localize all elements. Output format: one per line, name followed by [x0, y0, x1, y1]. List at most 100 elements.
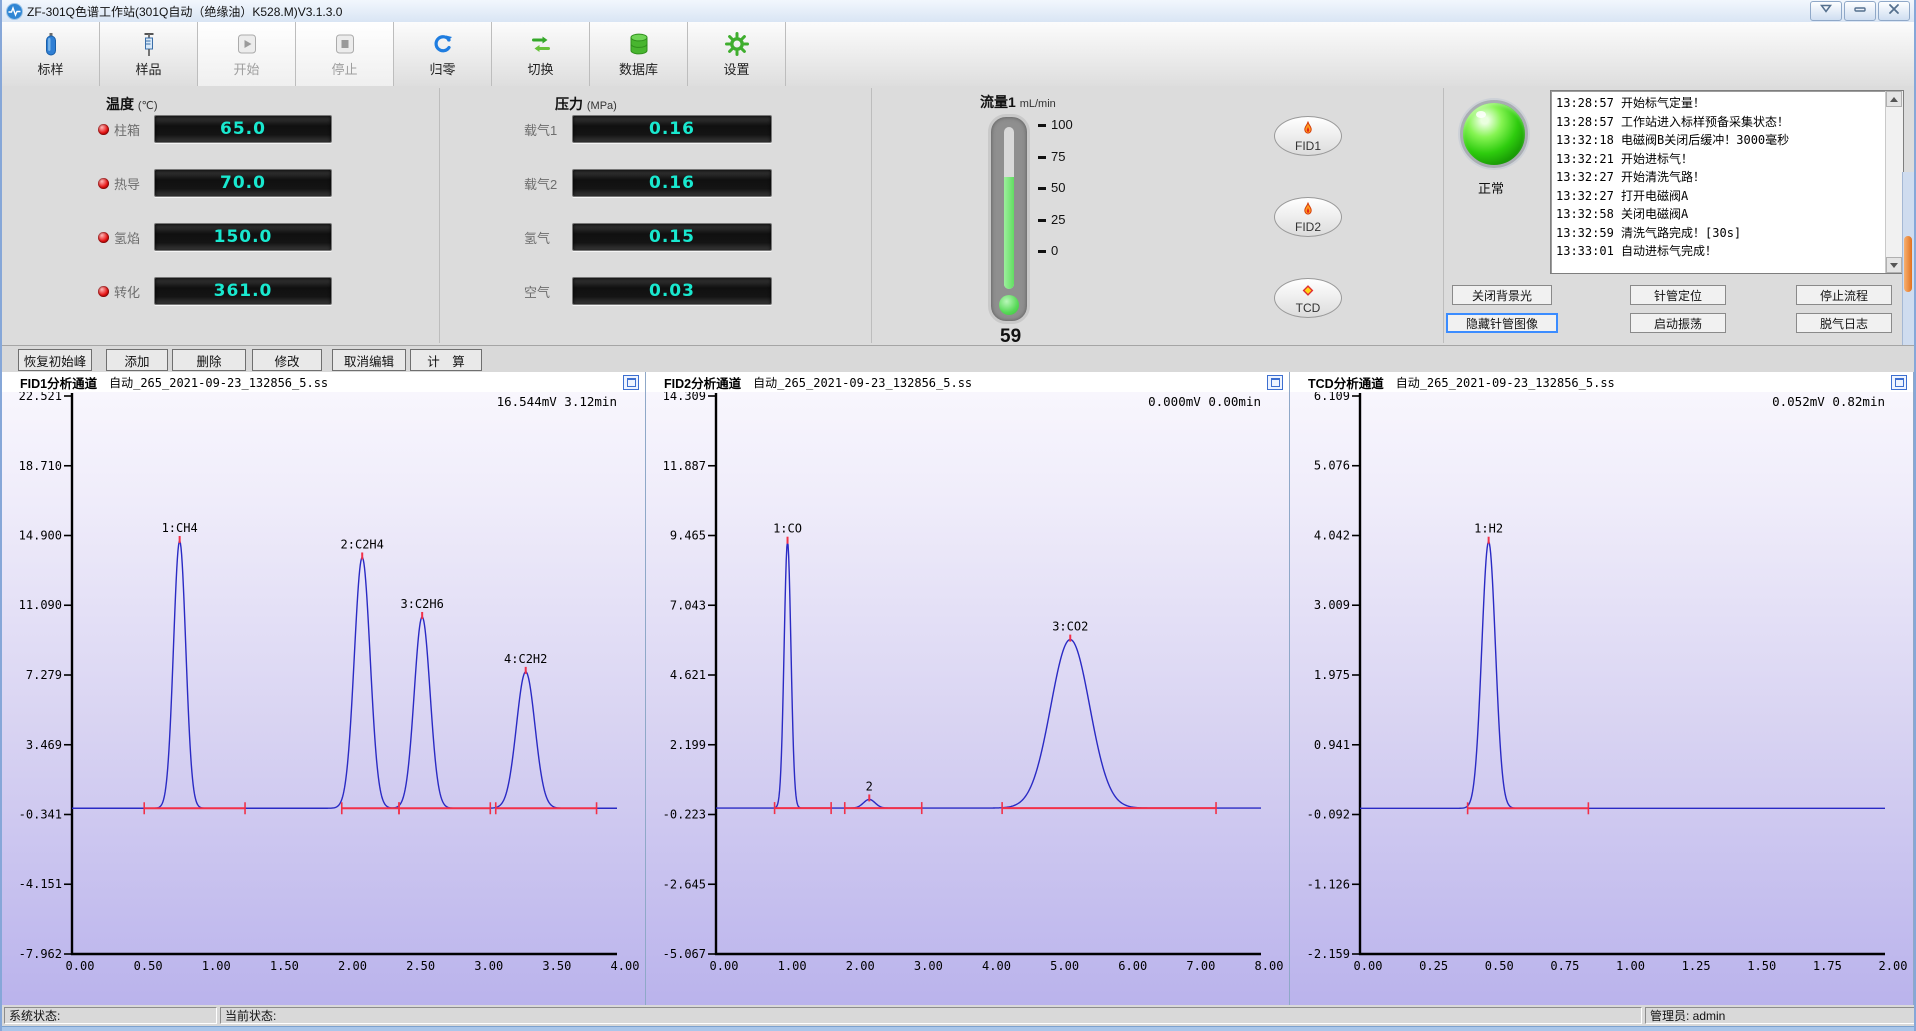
maximize-icon[interactable] [623, 375, 639, 390]
edit-button[interactable]: 恢复初始峰 [18, 349, 92, 371]
temperature-label: 热导 [114, 174, 146, 193]
svg-text:11.887: 11.887 [663, 459, 706, 473]
svg-text:2.199: 2.199 [670, 738, 706, 752]
toolbar-button-switch[interactable]: 切换 [492, 22, 590, 86]
maximize-icon[interactable] [1891, 375, 1907, 390]
toolbar-button-reset[interactable]: 归零 [394, 22, 492, 86]
panel-button[interactable]: 关闭背景光 [1452, 285, 1552, 305]
panel-button[interactable]: 隐藏针管图像 [1446, 313, 1558, 333]
chart-file-name: 自动_265_2021-09-23_132856_5.ss [1396, 374, 1615, 391]
detector-button-fid1[interactable]: FID1 [1274, 116, 1342, 156]
svg-text:-0.341: -0.341 [19, 807, 62, 821]
toolbar-button-gear[interactable]: 设置 [688, 22, 786, 86]
flow-scale-tick: 100 [1038, 117, 1073, 132]
chromatogram-plot[interactable]: 22.52118.71014.90011.0907.2793.469-0.341… [2, 392, 645, 1005]
divider [1443, 88, 1444, 343]
chromatogram-plot[interactable]: 6.1095.0764.0423.0091.9750.941-0.092-1.1… [1290, 392, 1913, 1005]
divider [871, 88, 872, 343]
toolbar-button-syringe[interactable]: 样品 [100, 22, 198, 86]
scroll-down-button[interactable] [1886, 257, 1902, 273]
temperature-row: 热导 70.0 [98, 169, 332, 197]
svg-text:-7.962: -7.962 [19, 947, 62, 961]
chromatogram-plot[interactable]: 14.30911.8879.4657.0434.6212.199-0.223-2… [646, 392, 1289, 1005]
minimize-button[interactable] [1844, 1, 1876, 21]
svg-text:14.309: 14.309 [663, 392, 706, 403]
panel-button[interactable]: 脱气日志 [1796, 313, 1892, 333]
divider [439, 88, 440, 343]
statusbar-admin: 管理员: admin [1645, 1007, 1916, 1024]
svg-text:1.25: 1.25 [1682, 959, 1711, 973]
svg-text:-5.067: -5.067 [663, 947, 706, 961]
svg-text:0.00: 0.00 [66, 959, 95, 973]
status-lamp [1460, 100, 1528, 168]
panel-button[interactable]: 针管定位 [1630, 285, 1726, 305]
control-panel: 温度 (℃) 柱箱65.0热导70.0氢焰150.0转化361.0 压力 (MP… [2, 86, 1914, 345]
svg-text:1.975: 1.975 [1314, 668, 1350, 682]
titlebar: ZF-301Q色谱工作站(301Q自动（绝缘油）K528.M)V3.1.3.0 [2, 0, 1914, 23]
detector-label: TCD [1296, 303, 1321, 314]
switch-icon [528, 31, 554, 57]
statusbar-system: 系统状态: [4, 1007, 217, 1024]
chart-channel-title: TCD分析通道 [1308, 373, 1384, 392]
toolbar-button-gas-cylinder[interactable]: 标样 [2, 22, 100, 86]
svg-text:-0.223: -0.223 [663, 808, 706, 822]
svg-text:3.00: 3.00 [474, 959, 503, 973]
svg-text:2.50: 2.50 [406, 959, 435, 973]
chromatogram-area: FID1分析通道自动_265_2021-09-23_132856_5.ss22.… [2, 372, 1914, 1005]
edit-button[interactable]: 修改 [252, 349, 322, 371]
edit-button[interactable]: 取消编辑 [332, 349, 406, 371]
panel-button[interactable]: 启动振荡 [1630, 313, 1726, 333]
pressure-label: 空气 [524, 282, 564, 301]
toolbar-button-label: 设置 [723, 59, 749, 78]
edit-button[interactable]: 删除 [172, 349, 246, 371]
svg-text:2.00: 2.00 [1879, 959, 1908, 973]
svg-text:4.042: 4.042 [1314, 529, 1350, 543]
svg-text:1:CO: 1:CO [773, 522, 802, 536]
edit-button[interactable]: 计 算 [410, 349, 482, 371]
statusbar-current: 当前状态: [220, 1007, 1642, 1024]
statusbar: 系统状态: 当前状态: 管理员: admin [2, 1005, 1914, 1026]
panel-button[interactable]: 停止流程 [1796, 285, 1892, 305]
play-icon [234, 31, 260, 57]
svg-text:0.50: 0.50 [134, 959, 163, 973]
chart-file-name: 自动_265_2021-09-23_132856_5.ss [109, 374, 328, 391]
temperature-label: 氢焰 [114, 228, 146, 247]
flow-unit: mL/min [1020, 98, 1056, 110]
svg-text:0.50: 0.50 [1485, 959, 1514, 973]
toolbar-button-label: 数据库 [619, 59, 658, 78]
temperature-display: 70.0 [154, 169, 332, 197]
log-scrollbar[interactable] [1885, 91, 1903, 273]
temperature-label: 柱箱 [114, 120, 146, 139]
svg-text:3.50: 3.50 [542, 959, 571, 973]
right-edge-scroll-thumb[interactable] [1904, 236, 1912, 292]
temperature-display: 361.0 [154, 277, 332, 305]
detector-button-tcd[interactable]: TCD [1274, 278, 1342, 318]
svg-text:4.621: 4.621 [670, 668, 706, 682]
svg-text:6.00: 6.00 [1118, 959, 1147, 973]
toolbar-button-database[interactable]: 数据库 [590, 22, 688, 86]
svg-text:9.465: 9.465 [670, 529, 706, 543]
edit-button[interactable]: 添加 [106, 349, 168, 371]
svg-text:1.00: 1.00 [1616, 959, 1645, 973]
log-box[interactable]: 13:28:57 开始标气定量！13:28:57 工作站进入标样预备采集状态！1… [1550, 90, 1904, 274]
flow-scale-tick: 25 [1038, 212, 1065, 227]
status-led [98, 286, 109, 297]
rollup-icon [1818, 2, 1834, 20]
close-button[interactable] [1878, 1, 1910, 21]
flame-icon [1300, 202, 1316, 222]
svg-text:1:H2: 1:H2 [1474, 522, 1503, 536]
scroll-up-button[interactable] [1886, 91, 1902, 107]
svg-text:-2.159: -2.159 [1307, 947, 1350, 961]
gas-cylinder-icon [38, 31, 64, 57]
flow-scale-tick: 50 [1038, 180, 1065, 195]
maximize-icon[interactable] [1267, 375, 1283, 390]
temperature-display: 65.0 [154, 115, 332, 143]
syringe-icon [136, 31, 162, 57]
detector-button-fid2[interactable]: FID2 [1274, 197, 1342, 237]
log-line: 13:32:58 关闭电磁阀A [1556, 205, 1881, 224]
flow-scale-tick: 75 [1038, 149, 1065, 164]
rollup-button[interactable] [1810, 1, 1842, 21]
svg-text:2:C2H4: 2:C2H4 [341, 537, 384, 551]
log-line: 13:33:01 自动进标气完成！ [1556, 242, 1881, 261]
peak-edit-toolbar: 恢复初始峰添加删除修改取消编辑计 算 [2, 345, 1914, 373]
